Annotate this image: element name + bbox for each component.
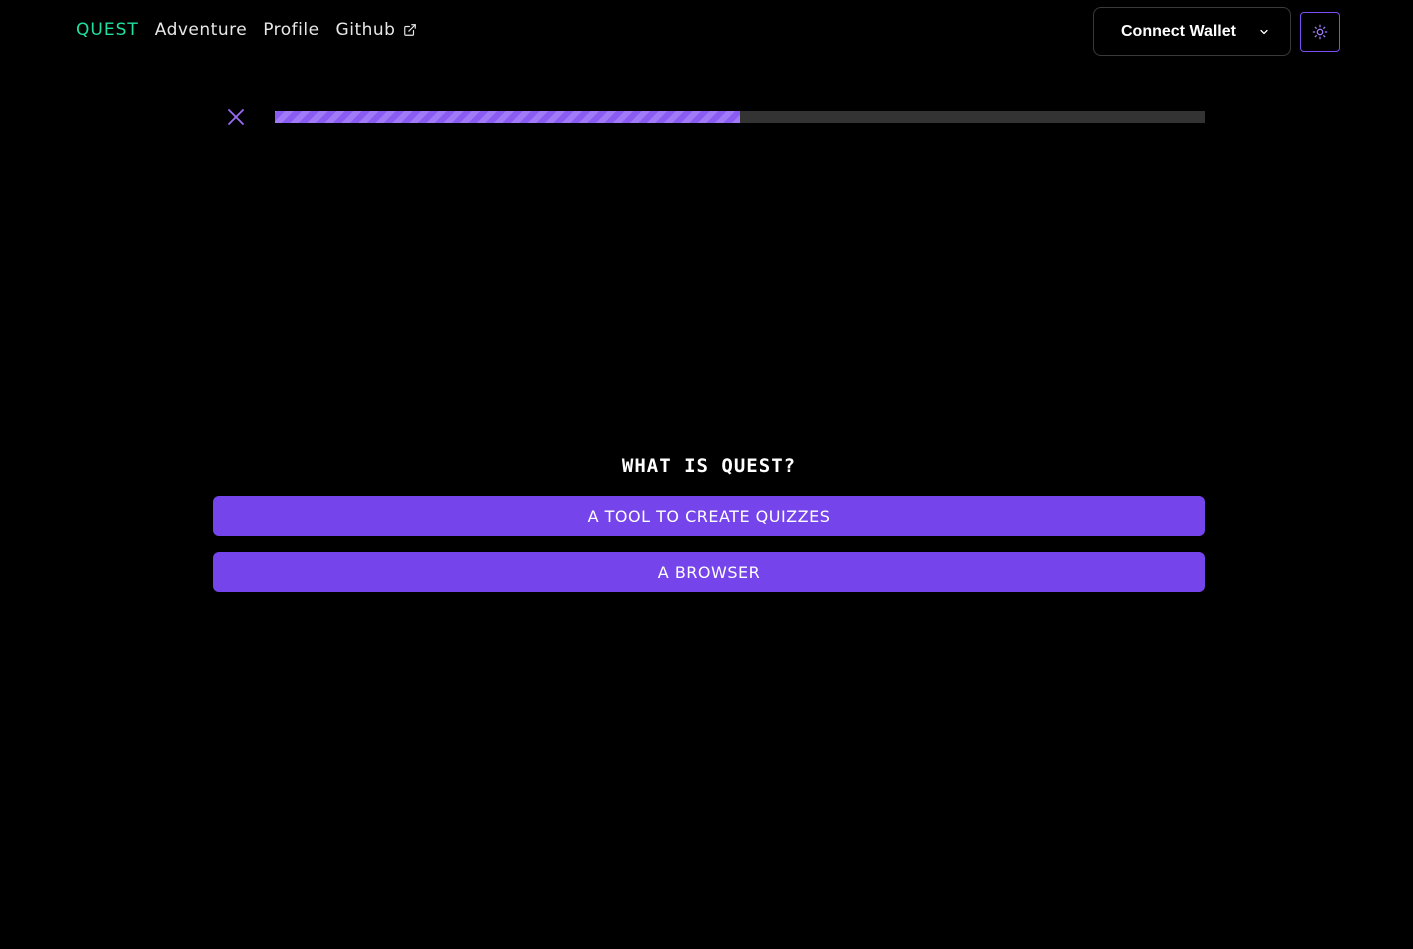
close-icon[interactable] bbox=[226, 107, 246, 127]
sun-icon bbox=[1312, 24, 1328, 40]
connect-wallet-label: Connect Wallet bbox=[1121, 22, 1236, 40]
chevron-down-icon bbox=[1260, 29, 1268, 34]
question-text: WHAT IS QUEST? bbox=[621, 455, 797, 477]
nav-link-adventure[interactable]: Adventure bbox=[155, 20, 247, 40]
connect-wallet-button[interactable]: Connect Wallet bbox=[1093, 7, 1291, 56]
external-link-icon bbox=[404, 24, 417, 36]
navbar: QUEST Adventure Profile Github Connect W… bbox=[0, 0, 1413, 64]
nav-link-github[interactable]: Github bbox=[336, 20, 418, 40]
nav-link-profile[interactable]: Profile bbox=[263, 20, 319, 40]
quiz-progress-bar bbox=[275, 111, 1205, 123]
nav-links: QUEST Adventure Profile Github bbox=[76, 20, 417, 40]
answer-option[interactable]: A BROWSER bbox=[213, 552, 1205, 592]
quiz-progress-fill bbox=[275, 111, 740, 123]
nav-link-github-label: Github bbox=[335, 20, 396, 40]
theme-toggle-button[interactable] bbox=[1300, 12, 1340, 52]
brand-logo[interactable]: QUEST bbox=[76, 20, 139, 40]
answer-option[interactable]: A TOOL TO CREATE QUIZZES bbox=[213, 496, 1205, 536]
